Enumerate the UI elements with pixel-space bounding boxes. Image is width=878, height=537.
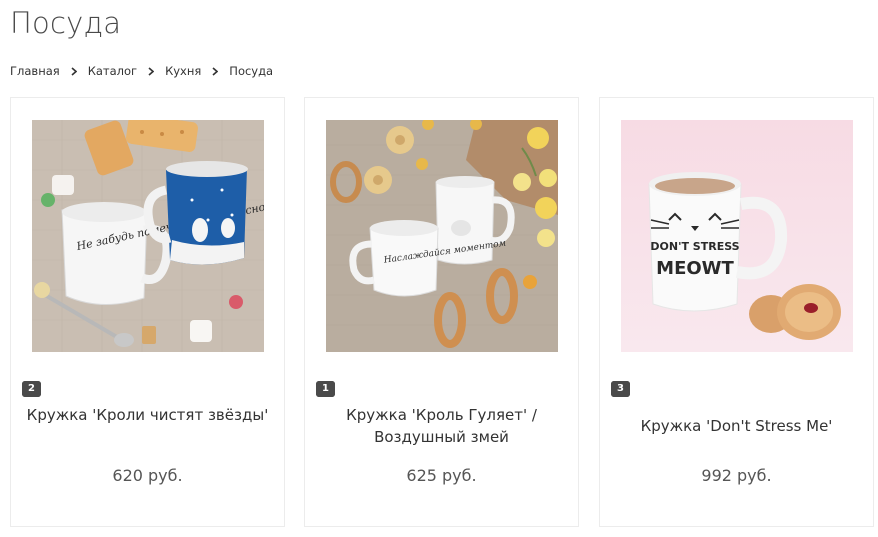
product-name[interactable]: Кружка 'Don't Stress Me' xyxy=(610,415,863,437)
product-badge: 2 xyxy=(22,381,41,397)
breadcrumb-kitchen[interactable]: Кухня xyxy=(165,64,201,78)
chevron-right-icon xyxy=(201,64,229,78)
product-image[interactable]: Не забудь помечтать перед сном xyxy=(32,120,264,352)
product-name[interactable]: Кружка 'Кроль Гуляет' / Воздушный змей xyxy=(315,404,568,448)
breadcrumb: Главная Каталог Кухня Посуда xyxy=(10,64,273,78)
product-card[interactable]: Не забудь помечтать перед сном 2 Кружка … xyxy=(10,97,285,527)
product-image[interactable]: Наслаждайся моментом xyxy=(326,120,558,352)
chevron-right-icon xyxy=(137,64,165,78)
mug-lettering: DON'T STRESS xyxy=(650,240,739,253)
product-card[interactable]: Наслаждайся моментом 1 Кружка 'Кроль Гул… xyxy=(304,97,579,527)
page-title: Посуда xyxy=(10,6,122,40)
product-name[interactable]: Кружка 'Кроли чистят звёзды' xyxy=(21,404,274,426)
product-card[interactable]: DON'T STRESS MEOWT 3 Кружка 'Don't Stres… xyxy=(599,97,874,527)
product-badge: 1 xyxy=(316,381,335,397)
breadcrumb-current: Посуда xyxy=(229,64,274,78)
product-image[interactable]: DON'T STRESS MEOWT xyxy=(621,120,853,352)
breadcrumb-catalog[interactable]: Каталог xyxy=(88,64,137,78)
product-badge: 3 xyxy=(611,381,630,397)
product-price: 625 руб. xyxy=(406,466,477,485)
product-price: 620 руб. xyxy=(112,466,183,485)
chevron-right-icon xyxy=(60,64,88,78)
breadcrumb-home[interactable]: Главная xyxy=(10,64,60,78)
product-price: 992 руб. xyxy=(701,466,772,485)
mug-lettering: MEOWT xyxy=(656,258,734,279)
